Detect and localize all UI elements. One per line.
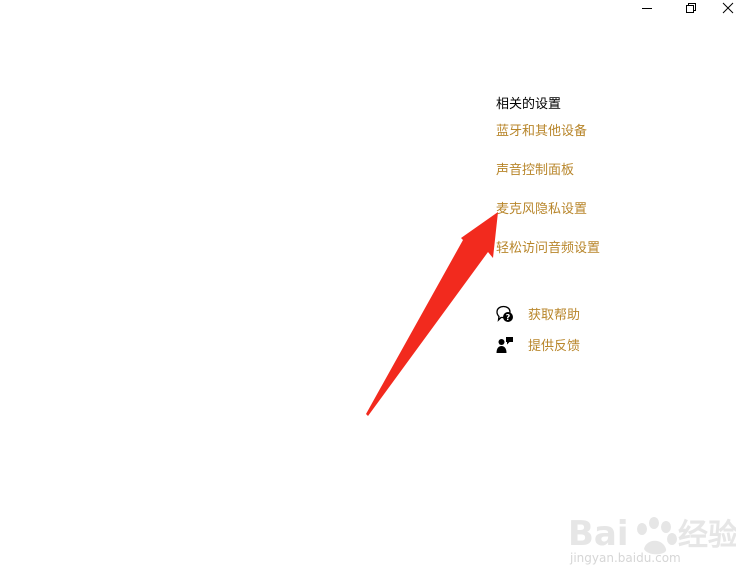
svg-text:经验: 经验 xyxy=(678,518,736,553)
watermark-url: jingyan.baidu.com xyxy=(570,551,681,565)
svg-text:Bai: Bai xyxy=(568,514,629,554)
annotation-arrow-icon xyxy=(366,212,498,416)
